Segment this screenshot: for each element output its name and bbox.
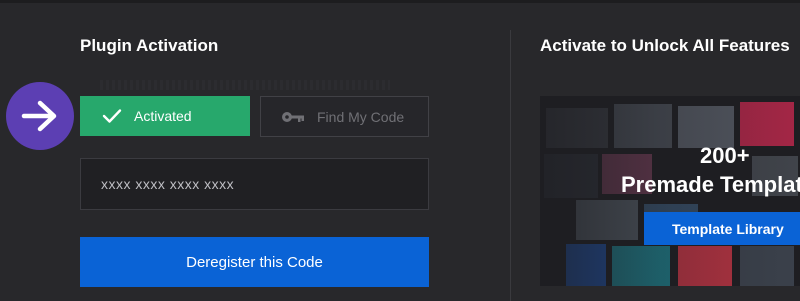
- find-my-code-label: Find My Code: [317, 108, 405, 125]
- check-icon: [102, 108, 122, 124]
- faint-background-text: [100, 80, 390, 90]
- key-icon: [281, 110, 305, 124]
- find-my-code-button[interactable]: Find My Code: [260, 96, 429, 137]
- unlock-title: Activate to Unlock All Features: [540, 36, 790, 55]
- activated-label: Activated: [134, 108, 192, 124]
- arrow-right-icon: [6, 82, 74, 150]
- template-promo-card: 200+ Premade Templates Template Library: [540, 96, 800, 286]
- panel-divider: [510, 30, 511, 301]
- template-count: 200+: [700, 143, 750, 168]
- template-library-button[interactable]: Template Library: [644, 212, 800, 245]
- activated-status-button[interactable]: Activated: [80, 96, 250, 136]
- deregister-code-button[interactable]: Deregister this Code: [80, 237, 429, 287]
- activation-panel: Plugin Activation Activated Find My Code: [0, 0, 510, 301]
- activation-code-input[interactable]: [80, 158, 429, 210]
- activation-title: Plugin Activation: [80, 36, 219, 55]
- premade-templates-title: Premade Templates: [621, 172, 800, 197]
